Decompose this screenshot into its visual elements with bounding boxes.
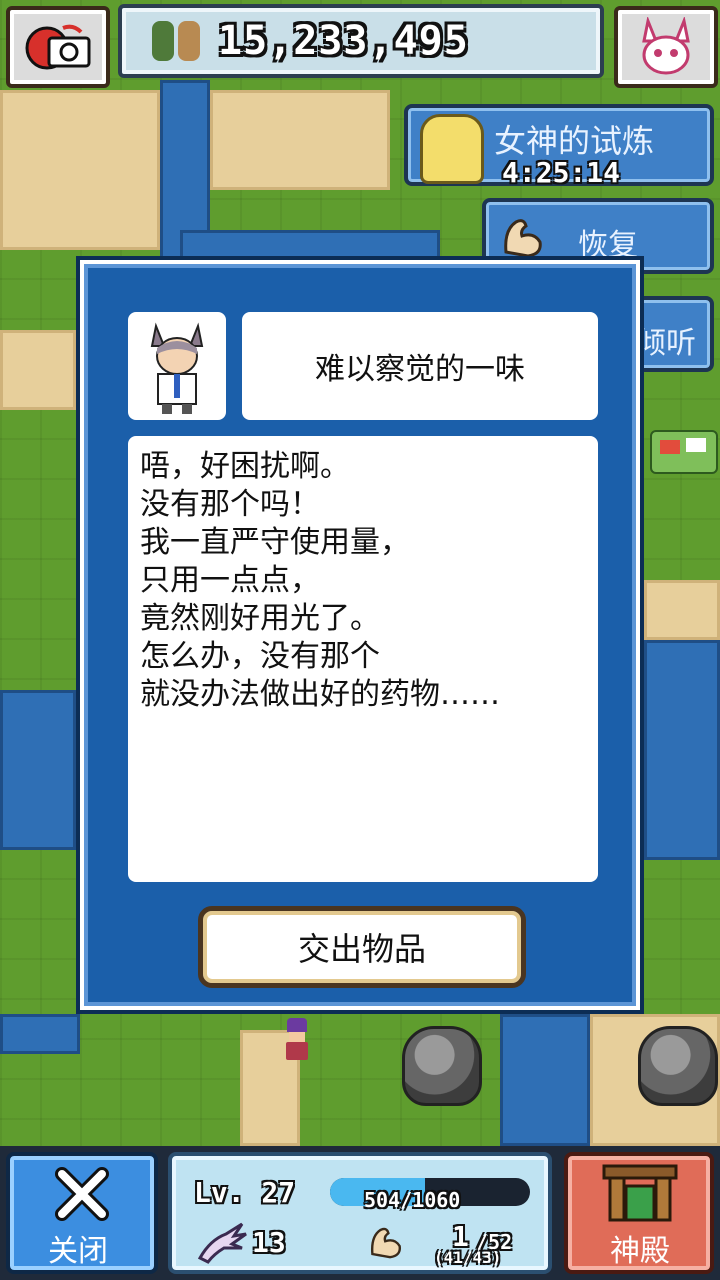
temple-gate-icon <box>602 1164 678 1222</box>
sand-path <box>644 580 720 640</box>
dialog-line: 没有那个吗！ <box>140 487 320 522</box>
level-label: Lv. 27 <box>194 1176 296 1209</box>
close-x-icon <box>55 1167 109 1221</box>
exp-text: 504/1060 <box>364 1188 461 1212</box>
screenshot-button[interactable] <box>6 6 110 88</box>
npc-portrait <box>128 312 226 420</box>
village-icon[interactable] <box>650 430 718 474</box>
boulder <box>402 1026 482 1106</box>
sand-path <box>0 90 160 250</box>
dialog-line: 就没办法做出好的药物…… <box>140 677 500 712</box>
close-label: 关闭 <box>48 1234 108 1269</box>
dialog-line: 竟然刚好用光了。 <box>140 601 380 636</box>
close-button[interactable]: 关闭 <box>6 1152 158 1274</box>
listen-label: 倾听 <box>636 326 696 361</box>
strength-muscle-icon <box>370 1227 401 1259</box>
goddess-icon <box>420 114 484 184</box>
dialog-line: 我一直严守使用量， <box>140 525 410 560</box>
dialog-line: 唔，好困扰啊。 <box>140 449 350 484</box>
claw-icon <box>197 1222 247 1264</box>
river <box>0 690 76 850</box>
score-value: 15,233,495 <box>218 18 469 64</box>
river <box>500 1014 590 1146</box>
dialog-line: 只用一点点， <box>140 563 320 598</box>
strength-sub: (41/43) <box>434 1248 502 1267</box>
bunny-mask-icon <box>642 17 690 75</box>
character-button[interactable] <box>614 6 718 88</box>
scientist-portrait-icon <box>150 322 204 414</box>
score-panel: 15,233,495 <box>118 4 604 78</box>
muscle-icon <box>504 219 542 258</box>
trial-timer: 4:25:14 <box>502 156 621 189</box>
submit-item-button[interactable]: 交出物品 <box>198 906 526 988</box>
request-dialog: 难以察觉的一味 唔，好困扰啊。 没有那个吗！ 我一直严守使用量， 只用一点点， … <box>76 256 644 1014</box>
camera-icon <box>25 24 91 70</box>
dialog-body: 唔，好困扰啊。 没有那个吗！ 我一直严守使用量， 只用一点点， 竟然刚好用光了。… <box>128 436 598 882</box>
status-panel: Lv. 27 504/1060 13 1 /52 (41/43) <box>168 1152 552 1274</box>
dialog-line: 怎么办，没有那个 <box>140 639 380 674</box>
goddess-trial-button[interactable]: 女神的试炼 4:25:14 <box>404 104 714 189</box>
lake <box>644 640 720 860</box>
attack-value: 13 <box>252 1226 286 1259</box>
sand-path <box>0 330 76 410</box>
temple-label: 神殿 <box>610 1234 670 1269</box>
temple-button[interactable]: 神殿 <box>564 1152 714 1274</box>
party-icon <box>148 21 200 61</box>
boulder <box>638 1026 718 1106</box>
river <box>0 1014 80 1054</box>
sand-path <box>210 90 390 190</box>
hero-sprite[interactable] <box>282 1018 312 1062</box>
dialog-title: 难以察觉的一味 <box>242 312 598 420</box>
